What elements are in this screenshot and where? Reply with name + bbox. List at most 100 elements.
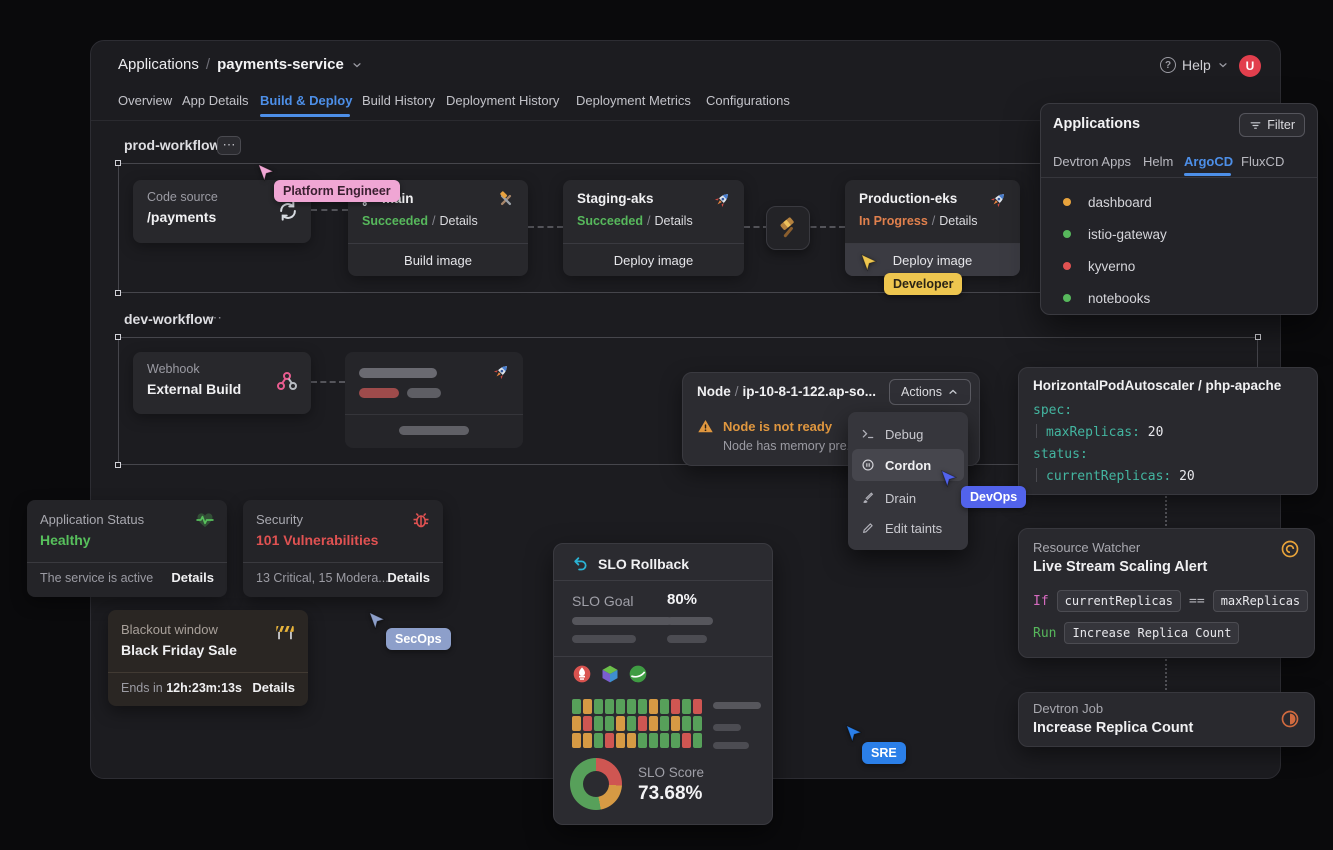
card-divider xyxy=(27,562,227,563)
apps-tab-fluxcd[interactable]: FluxCD xyxy=(1241,154,1284,169)
node-title-separator: / xyxy=(735,384,739,399)
app-list-item[interactable]: istio-gateway xyxy=(1041,218,1319,250)
webhook-label: Webhook xyxy=(147,362,200,376)
skeleton-bar xyxy=(713,742,749,749)
code-source-label: Code source xyxy=(147,190,218,204)
application-status-card: Application Status Healthy The service i… xyxy=(27,500,227,597)
menu-item-edit-taints[interactable]: Edit taints xyxy=(852,513,964,543)
build-image-button[interactable]: Build image xyxy=(348,244,528,276)
apps-tab-devtron-apps[interactable]: Devtron Apps xyxy=(1053,154,1131,169)
staging-status-row: Succeeded/Details xyxy=(577,214,693,228)
heatmap-cell xyxy=(594,733,603,748)
app-list-item[interactable]: dashboard xyxy=(1041,186,1319,218)
production-status-row: In Progress/Details xyxy=(859,214,977,228)
yaml-value: 20 xyxy=(1179,469,1195,484)
status-dot xyxy=(1063,198,1071,206)
rollback-undo-icon xyxy=(572,555,589,572)
tab-build-history[interactable]: Build History xyxy=(362,93,435,108)
staging-deploy-image-button[interactable]: Deploy image xyxy=(563,244,744,276)
developer-cursor-icon xyxy=(858,252,880,274)
skeleton-bar-red xyxy=(359,388,399,398)
selection-handle[interactable] xyxy=(115,334,121,340)
prod-workflow-menu-button[interactable]: ⋯ xyxy=(217,136,241,155)
security-details-link[interactable]: Details xyxy=(387,570,430,585)
skeleton-bar xyxy=(572,617,672,625)
secops-cursor-icon xyxy=(366,610,388,632)
heatmap-cell xyxy=(671,733,680,748)
tab-deployment-metrics[interactable]: Deployment Metrics xyxy=(576,93,691,108)
tab-build-and-deploy[interactable]: Build & Deploy xyxy=(260,93,352,108)
node-resource-type: Node xyxy=(697,384,731,399)
sre-badge: SRE xyxy=(862,742,906,764)
heatmap-cell xyxy=(671,699,680,714)
actions-button[interactable]: Actions xyxy=(889,379,971,405)
staging-details-link[interactable]: Details xyxy=(655,214,693,228)
heatmap-cell xyxy=(583,716,592,731)
slo-heatmap xyxy=(572,699,702,748)
node-warning-subtitle: Node has memory pre... xyxy=(723,439,857,453)
menu-item-debug[interactable]: Debug xyxy=(852,419,964,449)
heatmap-cell xyxy=(660,716,669,731)
node-title: Node/ip-10-8-1-122.ap-so... xyxy=(697,384,876,399)
heatmap-cell xyxy=(572,699,581,714)
blackout-card-value: Black Friday Sale xyxy=(121,642,237,658)
build-details-link[interactable]: Details xyxy=(440,214,478,228)
breadcrumb-root[interactable]: Applications xyxy=(118,56,199,73)
heatmap-cell xyxy=(605,716,614,731)
blackout-window-card: Blackout window Black Friday Sale Ends i… xyxy=(108,610,308,706)
dev-workflow-title: dev-workflow xyxy=(124,311,213,327)
app-name: notebooks xyxy=(1088,291,1150,306)
production-env-name: Production-eks xyxy=(859,191,957,206)
chevron-down-icon xyxy=(1217,59,1229,71)
selection-handle[interactable] xyxy=(115,462,121,468)
menu-item-label: Drain xyxy=(885,491,916,506)
loading-pipeline-card xyxy=(345,352,523,448)
approval-gate-node[interactable] xyxy=(766,206,810,250)
staging-pipeline-card[interactable]: Staging-aks Succeeded/Details Deploy ima… xyxy=(563,180,744,276)
menu-item-label: Cordon xyxy=(885,458,931,473)
status-dot xyxy=(1063,294,1071,302)
tab-overview[interactable]: Overview xyxy=(118,93,172,108)
job-title: Devtron Job xyxy=(1033,701,1103,716)
watcher-run-row: Run Increase Replica Count xyxy=(1033,622,1239,644)
webhook-card[interactable]: Webhook External Build xyxy=(133,352,311,414)
app-list-item[interactable]: kyverno xyxy=(1041,250,1319,282)
tab-deployment-history[interactable]: Deployment History xyxy=(446,93,559,108)
avatar[interactable]: U xyxy=(1239,55,1261,77)
rocket-icon xyxy=(988,190,1008,210)
heatmap-cell xyxy=(638,733,647,748)
breadcrumb-app-name: payments-service xyxy=(217,56,344,73)
app-list-item[interactable]: notebooks xyxy=(1041,282,1319,314)
yaml-key: maxReplicas: xyxy=(1046,425,1140,440)
production-details-link[interactable]: Details xyxy=(939,214,977,228)
tab-app-details[interactable]: App Details xyxy=(182,93,248,108)
selection-handle[interactable] xyxy=(115,160,121,166)
status-separator: / xyxy=(432,214,435,228)
selection-handle[interactable] xyxy=(115,290,121,296)
status-details-link[interactable]: Details xyxy=(171,570,214,585)
apps-tab-helm[interactable]: Helm xyxy=(1143,154,1173,169)
chevron-down-icon[interactable] xyxy=(351,59,363,71)
blackout-details-link[interactable]: Details xyxy=(252,680,295,695)
rocket-icon xyxy=(712,190,732,210)
help-menu[interactable]: ? Help xyxy=(1160,57,1229,73)
webhook-icon xyxy=(275,369,299,393)
panel-connector xyxy=(1165,659,1167,690)
skeleton-bar xyxy=(399,426,469,435)
active-tab-underline xyxy=(260,114,350,117)
ellipsis-icon: ⋯ xyxy=(223,137,236,152)
cube-logo xyxy=(600,664,620,684)
prometheus-logo xyxy=(572,664,592,684)
dev-workflow-menu-button[interactable]: ⋯ xyxy=(208,309,223,326)
heatmap-cell xyxy=(627,716,636,731)
devtron-job-panel: Devtron Job Increase Replica Count xyxy=(1018,692,1315,747)
barrier-icon xyxy=(274,620,296,642)
tab-configurations[interactable]: Configurations xyxy=(706,93,790,108)
selection-handle[interactable] xyxy=(1255,334,1261,340)
build-status-row: Succeeded/Details xyxy=(362,214,478,228)
filter-button[interactable]: Filter xyxy=(1239,113,1305,137)
run-keyword: Run xyxy=(1033,626,1056,641)
apps-tab-argocd[interactable]: ArgoCD xyxy=(1184,154,1233,169)
heatmap-cell xyxy=(693,716,702,731)
app-name: kyverno xyxy=(1088,259,1135,274)
